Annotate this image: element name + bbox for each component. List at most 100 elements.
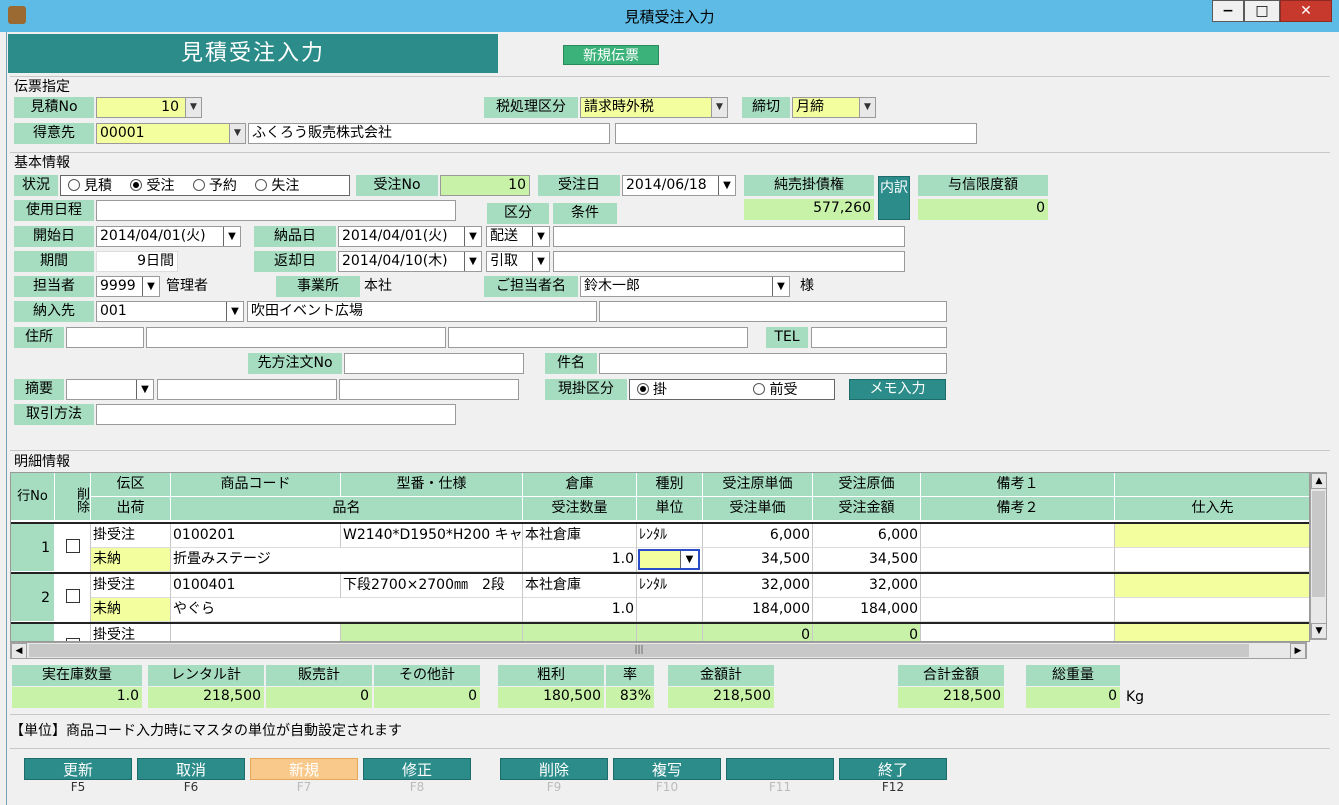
chevron-down-icon[interactable]: ▼ [142,277,159,296]
chevron-down-icon[interactable]: ▼ [532,227,549,246]
kind-cell[interactable]: ﾚﾝﾀﾙ [637,524,703,548]
customer-code-field[interactable]: 00001 ▼ [96,123,246,144]
close-button[interactable]: ✕ [1280,0,1332,22]
qty-cell[interactable]: 1.0 [523,598,637,622]
status-reserve[interactable]: 予約 [192,178,237,194]
supplier-top-cell[interactable] [1115,524,1309,548]
delete-checkbox[interactable] [66,539,80,553]
maximize-button[interactable]: □ [1244,0,1280,22]
chevron-down-icon[interactable]: ▼ [185,98,201,117]
scroll-up-icon[interactable]: ▲ [1311,473,1327,489]
delete-button[interactable]: 削除 [500,758,608,780]
slip-type-cell[interactable]: 掛受注 [91,574,171,598]
delivery-method-select[interactable]: 配送 ▼ [486,226,550,247]
kind-cell[interactable] [637,624,703,641]
destination-code-field[interactable]: 001 ▼ [96,301,244,322]
product-name-cell[interactable]: やぐら [171,598,523,622]
note2-cell[interactable] [921,548,1115,572]
product-code-cell[interactable] [171,624,341,641]
cancel-button[interactable]: 取消 [137,758,245,780]
customer-name-field[interactable]: ふくろう販売株式会社 [248,123,610,144]
cost-cell[interactable]: 6,000 [813,524,921,548]
scroll-right-icon[interactable]: ▶ [1290,643,1306,659]
spec-cell[interactable]: W2140*D1950*H200 キャスタ [341,524,523,548]
start-date-field[interactable]: 2014/04/01(火) ▼ [96,226,241,247]
price-cell[interactable]: 34,500 [703,548,813,572]
amount-cell[interactable]: 34,500 [813,548,921,572]
schedule-field[interactable] [96,200,456,221]
f11-button[interactable] [726,758,834,780]
delivery-condition-field[interactable] [553,226,905,247]
vertical-scrollbar[interactable]: ▲ ▼ [1310,472,1327,640]
staff-code-field[interactable]: 9999 ▼ [96,276,160,297]
scroll-thumb[interactable] [1312,491,1325,597]
chevron-down-icon[interactable]: ▼ [680,551,698,568]
chevron-down-icon[interactable]: ▼ [464,227,481,246]
warehouse-cell[interactable]: 本社倉庫 [523,574,637,598]
chevron-down-icon[interactable]: ▼ [136,380,153,399]
delivery-date-field[interactable]: 2014/04/01(火) ▼ [338,226,482,247]
supplier-cell[interactable] [1115,548,1309,572]
update-button[interactable]: 更新 [24,758,132,780]
chevron-down-icon[interactable]: ▼ [464,252,481,271]
warehouse-cell[interactable]: 本社倉庫 [523,524,637,548]
delete-checkbox[interactable] [66,589,80,603]
supplier-top-cell[interactable] [1115,574,1309,598]
customer-extra-field[interactable] [615,123,977,144]
amount-cell[interactable]: 184,000 [813,598,921,622]
chevron-down-icon[interactable]: ▼ [711,98,727,117]
tax-select[interactable]: 請求時外税 ▼ [580,97,728,118]
chevron-down-icon[interactable]: ▼ [718,176,735,195]
return-date-field[interactable]: 2014/04/10(木) ▼ [338,251,482,272]
contact-field[interactable]: 鈴木一郎 ▼ [580,276,790,297]
address2-field[interactable] [448,327,748,348]
product-code-cell[interactable]: 0100401 [171,574,341,598]
scroll-left-icon[interactable]: ◀ [11,643,27,659]
payment-credit[interactable]: 掛 [637,382,667,398]
unit-cell[interactable] [637,598,703,622]
cost-unit-cell[interactable]: 6,000 [703,524,813,548]
unit-cell[interactable]: ▼ [637,548,703,572]
cost-cell[interactable]: 32,000 [813,574,921,598]
tel-field[interactable] [811,327,947,348]
copy-button[interactable]: 複写 [613,758,721,780]
shipping-cell[interactable]: 未納 [91,548,171,572]
payment-advance[interactable]: 前受 [753,382,797,398]
order-date-field[interactable]: 2014/06/18 ▼ [622,175,736,196]
memo-button[interactable]: メモ入力 [849,379,946,400]
address1-field[interactable] [146,327,446,348]
status-lost[interactable]: 失注 [255,178,299,194]
exit-button[interactable]: 終了 [839,758,947,780]
scroll-down-icon[interactable]: ▼ [1311,623,1327,639]
summary-select[interactable]: ▼ [66,379,154,400]
slip-type-cell[interactable]: 掛受注 [91,524,171,548]
note1-cell[interactable] [921,574,1115,598]
product-code-cell[interactable]: 0100201 [171,524,341,548]
destination-extra-field[interactable] [599,301,947,322]
return-condition-field[interactable] [553,251,905,272]
minimize-button[interactable]: − [1212,0,1244,22]
spec-cell[interactable] [341,624,523,641]
qty-cell[interactable]: 1.0 [523,548,637,572]
status-order[interactable]: 受注 [130,178,174,194]
note1-cell[interactable] [921,524,1115,548]
period-field[interactable]: 9日間 [96,251,178,272]
scroll-thumb[interactable]: ||| [29,644,1249,657]
po-field[interactable] [344,353,524,374]
postal-field[interactable] [66,327,144,348]
note2-cell[interactable] [921,598,1115,622]
chevron-down-icon[interactable]: ▼ [223,227,240,246]
warehouse-cell[interactable] [523,624,637,641]
status-estimate[interactable]: 見積 [68,178,112,194]
kind-cell[interactable]: ﾚﾝﾀﾙ [637,574,703,598]
order-no-field[interactable]: 10 [440,175,530,196]
summary-field2[interactable] [339,379,519,400]
unit-input[interactable] [640,551,680,568]
shipping-cell[interactable]: 未納 [91,598,171,622]
horizontal-scrollbar[interactable]: ◀ ||| ▶ [10,642,1307,659]
chevron-down-icon[interactable]: ▼ [859,98,875,117]
supplier-cell[interactable] [1115,598,1309,622]
return-method-select[interactable]: 引取 ▼ [486,251,550,272]
breakdown-button[interactable]: 内訳 [878,176,910,220]
new-button[interactable]: 新規 [250,758,358,780]
